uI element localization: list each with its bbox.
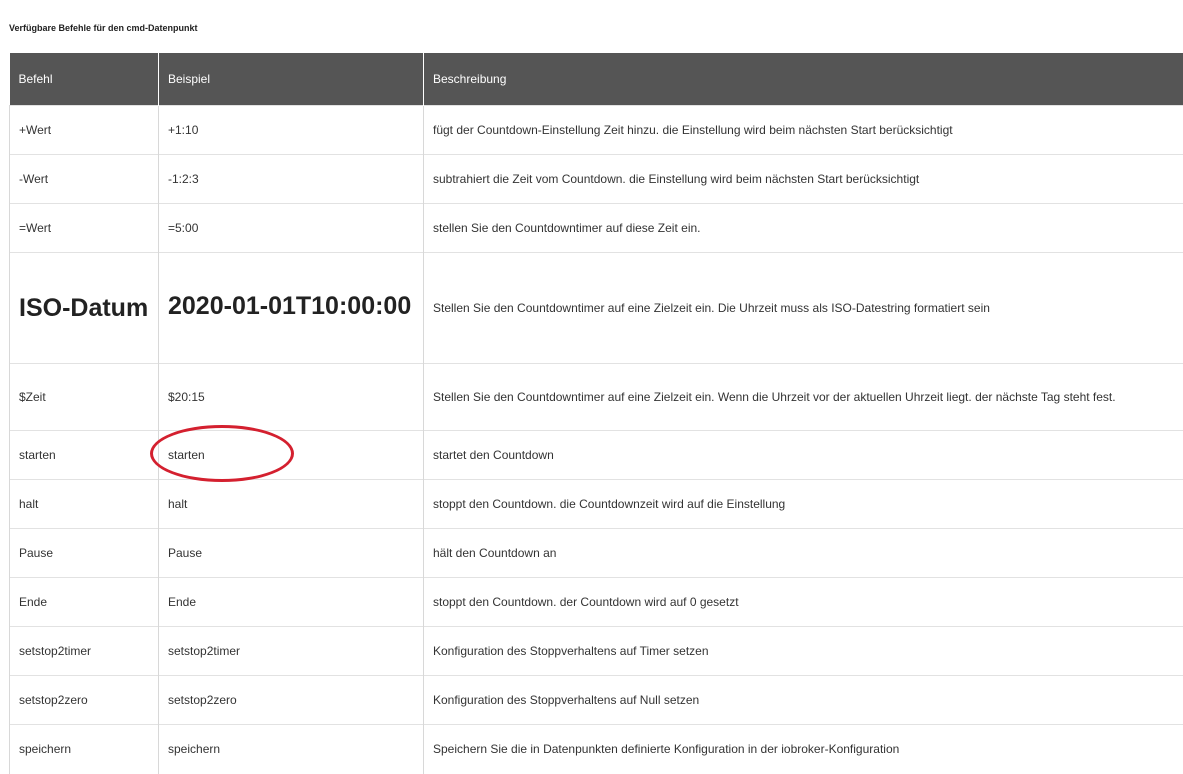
table-row: =Wert =5:00 stellen Sie den Countdowntim…: [10, 204, 1183, 253]
cell-description: hält den Countdown an: [424, 529, 1183, 578]
table-row: +Wert +1:10 fügt der Countdown-Einstellu…: [10, 106, 1183, 155]
cell-example: halt: [159, 480, 424, 529]
table-header-row: Befehl Beispiel Beschreibung: [10, 53, 1183, 106]
cell-command: $Zeit: [10, 364, 159, 431]
cell-description: stoppt den Countdown. die Countdownzeit …: [424, 480, 1183, 529]
cell-description: subtrahiert die Zeit vom Countdown. die …: [424, 155, 1183, 204]
section-heading: Verfügbare Befehle für den cmd-Datenpunk…: [9, 23, 198, 33]
cell-command: setstop2zero: [10, 676, 159, 725]
commands-table: Befehl Beispiel Beschreibung +Wert +1:10…: [9, 53, 1183, 774]
cell-example: Ende: [159, 578, 424, 627]
cell-example: 2020-01-01T10:00:00: [159, 253, 424, 364]
cell-example: -1:2:3: [159, 155, 424, 204]
table-row: setstop2timer setstop2timer Konfiguratio…: [10, 627, 1183, 676]
cell-description: Stellen Sie den Countdowntimer auf eine …: [424, 253, 1183, 364]
cell-description: stoppt den Countdown. der Countdown wird…: [424, 578, 1183, 627]
cell-description: Konfiguration des Stoppverhaltens auf Nu…: [424, 676, 1183, 725]
table-row: $Zeit $20:15 Stellen Sie den Countdownti…: [10, 364, 1183, 431]
table-row: Pause Pause hält den Countdown an: [10, 529, 1183, 578]
command-iso-datum: ISO-Datum: [19, 291, 149, 326]
cell-description: startet den Countdown: [424, 431, 1183, 480]
cell-command: -Wert: [10, 155, 159, 204]
cell-command: speichern: [10, 725, 159, 774]
example-iso-date: 2020-01-01T10:00:00: [168, 292, 411, 320]
cell-command: halt: [10, 480, 159, 529]
table-row: speichern speichern Speichern Sie die in…: [10, 725, 1183, 774]
cell-command: starten: [10, 431, 159, 480]
cell-example: setstop2zero: [159, 676, 424, 725]
cell-command: Pause: [10, 529, 159, 578]
cell-description: fügt der Countdown-Einstellung Zeit hinz…: [424, 106, 1183, 155]
column-header-befehl: Befehl: [10, 53, 159, 106]
column-header-beispiel: Beispiel: [159, 53, 424, 106]
cell-description: Stellen Sie den Countdowntimer auf eine …: [424, 364, 1183, 431]
table-row: halt halt stoppt den Countdown. die Coun…: [10, 480, 1183, 529]
table-row: starten starten startet den Countdown: [10, 431, 1183, 480]
commands-table-container: Befehl Beispiel Beschreibung +Wert +1:10…: [9, 53, 1183, 774]
table-row: Ende Ende stoppt den Countdown. der Coun…: [10, 578, 1183, 627]
table-row: setstop2zero setstop2zero Konfiguration …: [10, 676, 1183, 725]
cell-description: Konfiguration des Stoppverhaltens auf Ti…: [424, 627, 1183, 676]
table-row: -Wert -1:2:3 subtrahiert die Zeit vom Co…: [10, 155, 1183, 204]
cell-example: Pause: [159, 529, 424, 578]
cell-example: starten: [159, 431, 424, 480]
cell-command: setstop2timer: [10, 627, 159, 676]
cell-command: =Wert: [10, 204, 159, 253]
cell-description: stellen Sie den Countdowntimer auf diese…: [424, 204, 1183, 253]
cell-example: =5:00: [159, 204, 424, 253]
cell-example: speichern: [159, 725, 424, 774]
cell-command: ISO-Datum: [10, 253, 159, 364]
cell-example: +1:10: [159, 106, 424, 155]
cell-example: $20:15: [159, 364, 424, 431]
cell-example: setstop2timer: [159, 627, 424, 676]
table-row: ISO-Datum 2020-01-01T10:00:00 Stellen Si…: [10, 253, 1183, 364]
cell-command: +Wert: [10, 106, 159, 155]
cell-command: Ende: [10, 578, 159, 627]
column-header-beschreibung: Beschreibung: [424, 53, 1183, 106]
cell-description: Speichern Sie die in Datenpunkten defini…: [424, 725, 1183, 774]
